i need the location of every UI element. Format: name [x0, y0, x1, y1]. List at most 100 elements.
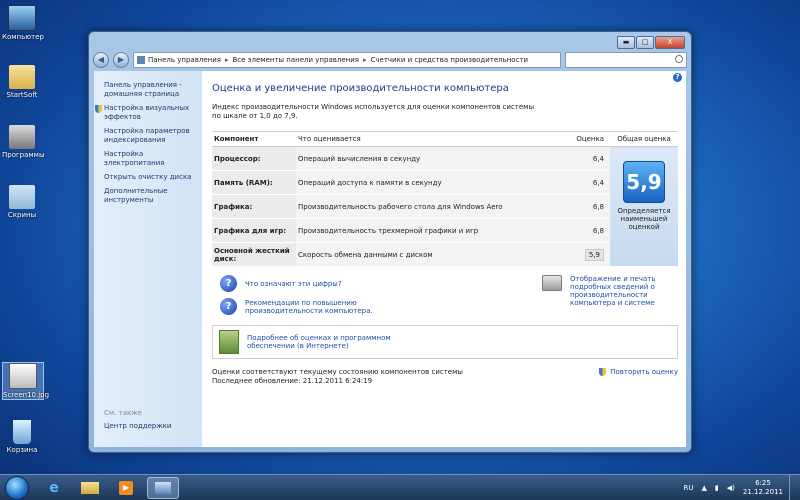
computer-icon	[8, 5, 36, 31]
printer-icon	[542, 275, 562, 291]
breadcrumb-separator: ▸	[362, 56, 367, 64]
clock[interactable]: 6:25 21.12.2011	[743, 479, 783, 497]
table-row: Основной жесткий диск: Скорость обмена д…	[212, 242, 678, 267]
language-indicator[interactable]: RU	[684, 484, 694, 492]
control-panel-icon	[155, 481, 171, 494]
desktop-icon-programs[interactable]: Программы	[2, 125, 45, 159]
row-what: Скорость обмена данными с диском	[296, 242, 562, 267]
row-score: 6,8	[562, 194, 610, 219]
question-icon: ?	[220, 275, 237, 292]
row-component: Основной жесткий диск:	[212, 242, 296, 267]
close-button[interactable]: X	[655, 36, 685, 49]
row-score: 6,4	[562, 146, 610, 171]
overall-score-caption: Определяется наименьшей оценкой	[617, 207, 671, 231]
status-area: Оценки соответствуют текущему состоянию …	[212, 368, 678, 386]
sidebar-item-label: Настройка визуальных эффектов	[104, 104, 190, 121]
sidebar-item-advanced-tools[interactable]: Дополнительные инструменты	[104, 187, 196, 205]
desktop-icon-screenshot-file[interactable]: Screen10.jpg	[2, 362, 49, 400]
online-info-link[interactable]: Подробнее об оценках и программном обесп…	[247, 334, 417, 350]
page-title: Оценка и увеличение производительности к…	[212, 83, 509, 94]
network-icon[interactable]: ▮	[715, 484, 719, 492]
row-score: 6,8	[562, 218, 610, 243]
maximize-button[interactable]: □	[636, 36, 654, 49]
row-component: Процессор:	[212, 146, 296, 171]
desktop-icon-label: Скрины	[7, 211, 37, 219]
internet-explorer-icon: e	[49, 479, 59, 496]
search-input[interactable]	[565, 52, 687, 68]
taskbar-control-panel-button[interactable]	[147, 476, 179, 499]
intro-text: Индекс производительности Windows исполь…	[212, 103, 534, 120]
sidebar-item-power[interactable]: Настройка электропитания	[104, 150, 196, 168]
start-button[interactable]	[5, 475, 29, 500]
breadcrumb-separator: ▸	[224, 56, 229, 64]
row-what: Производительность рабочего стола для Wi…	[296, 194, 562, 219]
uac-shield-icon	[95, 105, 102, 113]
media-player-icon: ▶	[119, 480, 133, 495]
minimize-button[interactable]: ▬	[617, 36, 635, 49]
row-component: Графика для игр:	[212, 218, 296, 243]
recycle-bin-icon	[13, 420, 31, 444]
lowest-score-value: 5,9	[584, 248, 604, 261]
tray-arrow-icon[interactable]: ▲	[702, 484, 707, 492]
row-score: 6,4	[562, 170, 610, 195]
desktop-icon-label: StartSoft	[6, 91, 38, 99]
print-details-link[interactable]: Отображение и печать подробных сведений …	[570, 275, 678, 307]
sidebar: Панель управления - домашняя страница На…	[94, 71, 202, 447]
desktop-icon-recycle-bin[interactable]: Корзина	[2, 420, 42, 454]
folder-icon	[9, 185, 35, 209]
sidebar-item-indexing[interactable]: Настройка параметров индексирования	[104, 127, 196, 145]
question-icon: ?	[220, 298, 237, 315]
rerun-assessment-link[interactable]: Повторить оценку	[599, 368, 678, 377]
online-info-box: Подробнее об оценках и программном обесп…	[212, 325, 678, 359]
see-also-heading: См. также	[104, 409, 142, 417]
performance-window: ▬ □ X ◀ ▶ Панель управления ▸ Все элемен…	[88, 31, 692, 453]
sidebar-item-disk-cleanup[interactable]: Открыть очистку диска	[104, 173, 196, 182]
taskbar-media-player-button[interactable]: ▶	[111, 478, 141, 498]
desktop-icon-screens[interactable]: Скрины	[2, 185, 42, 219]
clock-date: 21.12.2011	[742, 487, 783, 496]
desktop-icon-label: Screen10.jpg	[3, 391, 50, 399]
uac-shield-icon	[599, 368, 606, 376]
back-button[interactable]: ◀	[93, 52, 109, 68]
taskbar: e ▶ RU ▲ ▮ ◀) 6:25 21.12.2011	[0, 474, 800, 500]
row-component: Память (RAM):	[212, 170, 296, 195]
desktop-icon-computer[interactable]: Компьютер	[2, 5, 44, 41]
help-icon[interactable]: ?	[673, 73, 682, 82]
action-center-link[interactable]: Центр поддержки	[104, 422, 171, 430]
breadcrumb-control-panel[interactable]: Панель управления	[148, 56, 221, 64]
taskbar-ie-button[interactable]: e	[39, 478, 69, 498]
table-row: Графика для игр: Производительность трех…	[212, 218, 678, 243]
breadcrumb-all-items[interactable]: Все элементы панели управления	[232, 56, 359, 64]
row-component: Графика:	[212, 194, 296, 219]
tips-link[interactable]: Рекомендации по повышению производительн…	[245, 299, 385, 315]
show-desktop-button[interactable]	[789, 475, 800, 500]
desktop-icon-startsoft[interactable]: StartSoft	[2, 65, 42, 99]
header-score: Оценка	[562, 131, 610, 147]
what-mean-item: ? Что означают эти цифры?	[212, 275, 542, 292]
overall-score-badge: 5,9	[623, 161, 665, 203]
navigation-bar: ◀ ▶ Панель управления ▸ Все элементы пан…	[93, 51, 687, 69]
main-content: ? Оценка и увеличение производительности…	[202, 71, 686, 447]
table-row: Графика: Производительность рабочего сто…	[212, 194, 678, 219]
taskbar-explorer-button[interactable]	[75, 478, 105, 498]
folder-icon	[81, 481, 99, 494]
address-bar[interactable]: Панель управления ▸ Все элементы панели …	[133, 52, 561, 68]
volume-icon[interactable]: ◀)	[727, 484, 735, 492]
desktop-icon-label: Программы	[2, 151, 45, 159]
clock-time: 6:25	[755, 478, 771, 487]
header-component: Компонент	[212, 131, 296, 147]
control-panel-icon	[137, 56, 145, 64]
table-row: Процессор: Операций вычисления в секунду…	[212, 146, 678, 267]
breadcrumb-performance[interactable]: Счетчики и средства производительности	[371, 56, 529, 64]
search-icon	[675, 55, 683, 63]
what-mean-link[interactable]: Что означают эти цифры?	[245, 280, 342, 288]
system-tray: RU ▲ ▮ ◀) 6:25 21.12.2011	[684, 479, 789, 497]
image-file-icon	[9, 363, 37, 389]
sidebar-item-visual-effects[interactable]: Настройка визуальных эффектов	[95, 104, 196, 122]
forward-button[interactable]: ▶	[113, 52, 129, 68]
folder-icon	[9, 65, 35, 89]
window-client: Панель управления - домашняя страница На…	[94, 71, 686, 447]
window-controls: ▬ □ X	[617, 36, 685, 49]
row-what: Производительность трехмерной графики и …	[296, 218, 562, 243]
sidebar-item-home[interactable]: Панель управления - домашняя страница	[104, 81, 196, 99]
